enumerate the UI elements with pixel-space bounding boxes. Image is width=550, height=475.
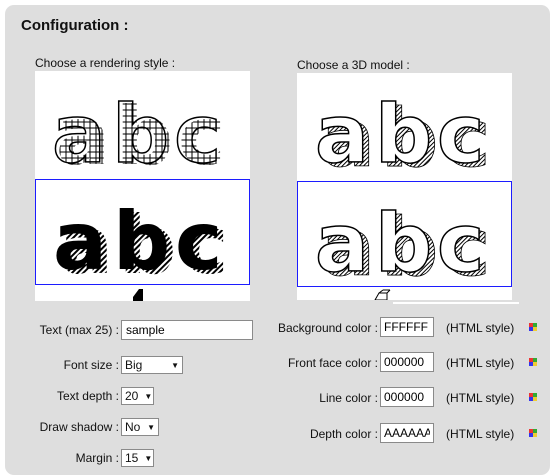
model-option-outline[interactable]: a a b b c c xyxy=(297,181,512,287)
line-color-input[interactable] xyxy=(380,387,434,407)
model-option-partial[interactable] xyxy=(297,289,512,300)
front-face-color-input[interactable] xyxy=(380,352,434,372)
depth-color-input[interactable] xyxy=(380,423,434,443)
svg-text:b: b xyxy=(113,195,170,281)
text-depth-label: Text depth : xyxy=(56,389,119,403)
svg-text:b: b xyxy=(375,197,432,283)
text-depth-value: 20 xyxy=(125,389,139,403)
front-face-color-hint: (HTML style) xyxy=(446,356,515,370)
model-partial-preview xyxy=(373,289,390,300)
color-palette-icon[interactable] xyxy=(529,358,537,366)
rendering-style-label: Choose a rendering style : xyxy=(35,56,176,70)
configuration-title: Configuration : xyxy=(21,17,129,34)
draw-shadow-value: No xyxy=(125,420,141,434)
text-label: Text (max 25) : xyxy=(39,323,119,337)
svg-text:b: b xyxy=(375,88,432,176)
svg-text:c: c xyxy=(437,88,484,176)
rendering-solid-preview: a a b b c c xyxy=(53,195,228,281)
rendering-option-grid[interactable]: a a b b c c xyxy=(35,71,250,177)
color-palette-icon[interactable] xyxy=(529,323,537,331)
line-color-label: Line color : xyxy=(319,391,378,405)
rendering-partial-preview xyxy=(132,289,143,301)
svg-text:c: c xyxy=(174,88,221,174)
font-size-select[interactable]: Big ▼ xyxy=(121,356,183,374)
chevron-down-icon: ▼ xyxy=(144,391,153,401)
background-color-input[interactable] xyxy=(380,317,434,337)
rendering-style-list[interactable]: a a b b c c a a b b c c xyxy=(35,71,250,301)
svg-text:b: b xyxy=(112,88,169,174)
depth-color-label: Depth color : xyxy=(309,427,378,441)
depth-color-hint: (HTML style) xyxy=(446,427,515,441)
text-depth-select[interactable]: 20 ▼ xyxy=(121,387,154,405)
model-list-scroll-edge xyxy=(393,302,519,304)
svg-text:c: c xyxy=(437,197,484,283)
chevron-down-icon: ▼ xyxy=(171,360,179,370)
front-face-color-label: Front face color : xyxy=(287,356,378,370)
svg-text:a: a xyxy=(52,88,106,174)
draw-shadow-select[interactable]: No ▼ xyxy=(121,418,159,436)
svg-text:a: a xyxy=(53,195,107,281)
font-size-value: Big xyxy=(125,358,143,372)
svg-text:c: c xyxy=(175,195,222,281)
draw-shadow-label: Draw shadow : xyxy=(39,420,119,434)
color-palette-icon[interactable] xyxy=(529,429,537,437)
margin-label: Margin : xyxy=(75,451,119,465)
margin-select[interactable]: 15 ▼ xyxy=(121,449,154,467)
background-color-label: Background color : xyxy=(277,321,378,335)
svg-text:a: a xyxy=(315,197,369,283)
model-outline-preview: a a b b c c xyxy=(314,196,491,283)
chevron-down-icon: ▼ xyxy=(144,453,153,463)
svg-text:a: a xyxy=(315,88,369,176)
model-hatched-preview: a a b b c c xyxy=(314,87,491,176)
model-list[interactable]: a a b b c c a a b b c c xyxy=(297,73,512,300)
line-color-hint: (HTML style) xyxy=(446,391,515,405)
rendering-grid-preview: a a b b c c xyxy=(51,87,225,174)
model-option-hatched[interactable]: a a b b c c xyxy=(297,73,512,179)
text-input[interactable] xyxy=(121,320,253,340)
background-color-hint: (HTML style) xyxy=(446,321,515,335)
rendering-option-solid[interactable]: a a b b c c xyxy=(35,179,250,285)
color-palette-icon[interactable] xyxy=(529,393,537,401)
chevron-down-icon: ▼ xyxy=(147,422,155,432)
font-size-label: Font size : xyxy=(63,358,119,372)
rendering-option-partial[interactable] xyxy=(35,287,250,301)
model-label: Choose a 3D model : xyxy=(297,58,410,72)
margin-value: 15 xyxy=(125,451,139,465)
